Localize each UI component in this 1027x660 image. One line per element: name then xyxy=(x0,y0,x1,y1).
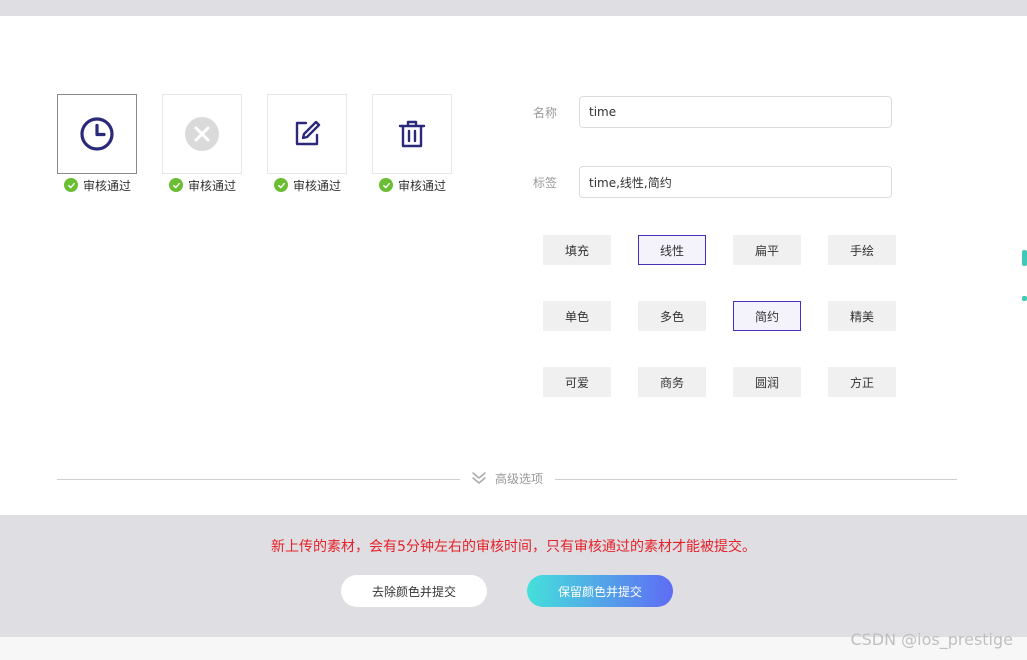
tag-hand-drawn[interactable]: 手绘 xyxy=(828,235,896,265)
side-edge-mark xyxy=(1022,250,1027,266)
name-input[interactable] xyxy=(579,96,892,128)
check-icon xyxy=(379,178,393,192)
tag-multicolor[interactable]: 多色 xyxy=(638,301,706,331)
tags-input[interactable] xyxy=(579,166,892,198)
status-approved: 审核通过 xyxy=(379,177,446,193)
status-approved: 审核通过 xyxy=(169,177,236,193)
tag-exquisite[interactable]: 精美 xyxy=(828,301,896,331)
status-text: 审核通过 xyxy=(83,178,132,193)
icon-card-close[interactable] xyxy=(162,94,242,174)
name-label: 名称 xyxy=(533,106,558,120)
trash-icon xyxy=(398,120,426,148)
remove-color-submit-button[interactable]: 去除颜色并提交 xyxy=(341,575,487,607)
check-icon xyxy=(169,178,183,192)
keep-color-submit-button[interactable]: 保留颜色并提交 xyxy=(527,575,673,607)
watermark: CSDN @ios_prestige xyxy=(850,630,1013,649)
tag-monochrome[interactable]: 单色 xyxy=(543,301,611,331)
advanced-options-toggle[interactable]: 高级选项 xyxy=(471,470,543,486)
edit-icon xyxy=(295,120,321,146)
tag-square[interactable]: 方正 xyxy=(828,367,896,397)
tag-flat[interactable]: 扁平 xyxy=(733,235,801,265)
status-approved: 审核通过 xyxy=(274,177,341,193)
tag-business[interactable]: 商务 xyxy=(638,367,706,397)
check-icon xyxy=(274,178,288,192)
divider-line xyxy=(555,479,957,480)
check-icon xyxy=(64,178,78,192)
review-warning: 新上传的素材，会有5分钟左右的审核时间，只有审核通过的素材才能被提交。 xyxy=(271,539,756,555)
side-edge-mark xyxy=(1022,296,1027,301)
status-approved: 审核通过 xyxy=(64,177,131,193)
status-text: 审核通过 xyxy=(188,178,237,193)
close-circle-icon xyxy=(185,117,219,151)
status-text: 审核通过 xyxy=(293,178,342,193)
tag-linear[interactable]: 线性 xyxy=(638,235,706,265)
tag-fill[interactable]: 填充 xyxy=(543,235,611,265)
tag-rounded[interactable]: 圆润 xyxy=(733,367,801,397)
icon-card-edit[interactable] xyxy=(267,94,347,174)
icon-card-clock[interactable] xyxy=(57,94,137,174)
icon-card-trash[interactable] xyxy=(372,94,452,174)
divider-line xyxy=(57,479,460,480)
tag-simple[interactable]: 简约 xyxy=(733,301,801,331)
tags-label: 标签 xyxy=(533,176,558,190)
status-text: 审核通过 xyxy=(398,178,447,193)
footer-panel xyxy=(0,515,1027,637)
advanced-options-label: 高级选项 xyxy=(495,471,544,486)
top-bar xyxy=(0,0,1027,16)
clock-icon xyxy=(80,117,114,151)
double-chevron-down-icon xyxy=(472,472,486,484)
tag-cute[interactable]: 可爱 xyxy=(543,367,611,397)
